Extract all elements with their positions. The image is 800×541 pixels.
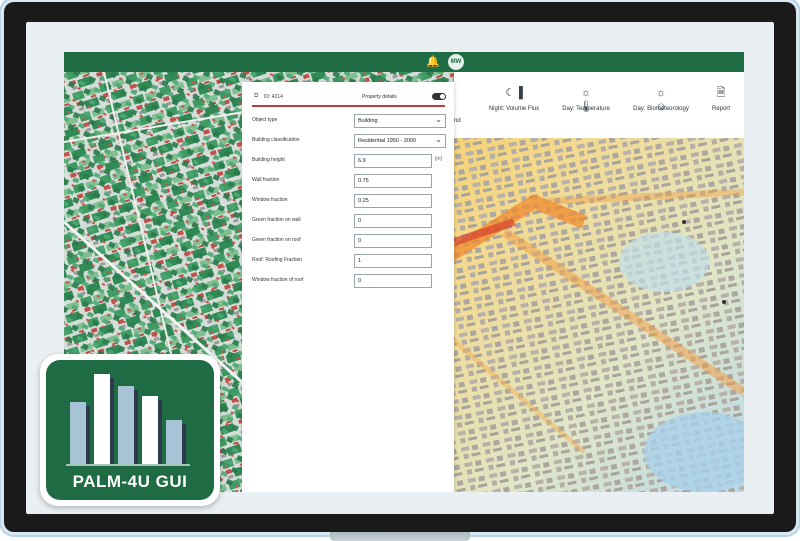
app-logo: PALM-4U GUI: [40, 354, 220, 506]
logo-text: PALM-4U GUI: [72, 472, 188, 491]
field-label: Roof: Roofing Fraction: [252, 257, 303, 263]
field-label: Window fraction: [252, 197, 288, 203]
roofing-fraction-input[interactable]: 1: [354, 254, 432, 268]
green-fraction-wall-input[interactable]: 0: [354, 214, 432, 228]
field-window-fraction: Window fraction 0.25: [252, 194, 448, 208]
monitor-stand: [330, 532, 470, 541]
top-bar: 🔔 MW: [64, 52, 744, 72]
sun-person-icon: ☼☺: [655, 87, 667, 113]
window-fraction-roof-input[interactable]: 0: [354, 274, 432, 288]
green-fraction-roof-input[interactable]: 0: [354, 234, 432, 248]
copy-icon[interactable]: ⧉: [254, 93, 258, 100]
field-label: Building classification: [252, 137, 300, 143]
toolbar-item-day-biometeorology[interactable]: ☼☺ Day: Biometeorology: [626, 86, 696, 113]
field-label: Green fraction on roof: [252, 237, 301, 243]
toolbar-item-partial[interactable]: nd: [454, 118, 461, 124]
field-roofing-fraction: Roof: Roofing Fraction 1: [252, 254, 448, 268]
toolbar-item-label: Day: Biometeorology: [633, 106, 689, 112]
toolbar-item-partial-label: nd: [454, 118, 461, 124]
field-label: Wall fraction: [252, 177, 280, 183]
field-label: Green fraction on wall: [252, 217, 301, 223]
panel-header: ⧉ ID: 4314 Property details: [254, 90, 446, 106]
logo-badge: PALM-4U GUI: [46, 360, 214, 500]
sun-thermometer-icon: ☼🌡: [579, 87, 593, 113]
building-classification-select[interactable]: Residential 1950 - 2000: [354, 134, 446, 148]
object-type-select[interactable]: Building: [354, 114, 446, 128]
field-label: Window fraction of roof: [252, 277, 304, 283]
building-height-input[interactable]: 6.9: [354, 154, 432, 168]
analysis-toolbar: nd ☾▐ Night: Volume Flux ☼🌡 Day: Tempera…: [454, 72, 744, 138]
unit-label: [m]: [435, 156, 442, 162]
property-details-toggle[interactable]: [432, 93, 446, 100]
toolbar-item-label: Night: Volume Flux: [488, 106, 540, 112]
toolbar-item-label: Report: [711, 106, 730, 112]
moon-bars-icon: ☾▐: [505, 87, 523, 99]
toolbar-item-night-volume-flux[interactable]: ☾▐ Night: Volume Flux: [484, 86, 544, 112]
field-window-fraction-roof: Window fraction of roof 0: [252, 274, 448, 288]
property-details-label: Property details: [362, 94, 397, 100]
field-object-type: Object type Building: [252, 114, 448, 128]
bell-icon[interactable]: 🔔: [426, 55, 440, 69]
field-building-height: Building height 6.9 [m]: [252, 154, 448, 168]
field-building-classification: Building classification Residential 1950…: [252, 134, 448, 148]
object-id: ID: 4314: [264, 94, 283, 100]
property-panel: ⧉ ID: 4314 Property details Object type …: [242, 82, 454, 492]
toolbar-item-day-temperature[interactable]: ☼🌡 Day: Temperature: [557, 86, 615, 113]
field-green-fraction-roof: Green fraction on roof 0: [252, 234, 448, 248]
window-fraction-input[interactable]: 0.25: [354, 194, 432, 208]
field-label: Building height: [252, 157, 285, 163]
field-wall-fraction: Wall fraction 0.75: [252, 174, 448, 188]
toolbar-item-report[interactable]: 🗎 Report: [706, 86, 736, 112]
field-label: Object type: [252, 117, 278, 123]
panel-divider: [252, 105, 445, 107]
toolbar-item-label: Day: Temperature: [562, 106, 610, 112]
wall-fraction-input[interactable]: 0.75: [354, 174, 432, 188]
logo-bars-icon: [66, 374, 190, 466]
avatar[interactable]: MW: [448, 54, 464, 70]
field-green-fraction-wall: Green fraction on wall 0: [252, 214, 448, 228]
stage: 🔔 MW nd ☾▐ Night: Volume Flux ☼🌡 Day: Te…: [0, 0, 800, 541]
document-icon: 🗎: [716, 87, 726, 99]
